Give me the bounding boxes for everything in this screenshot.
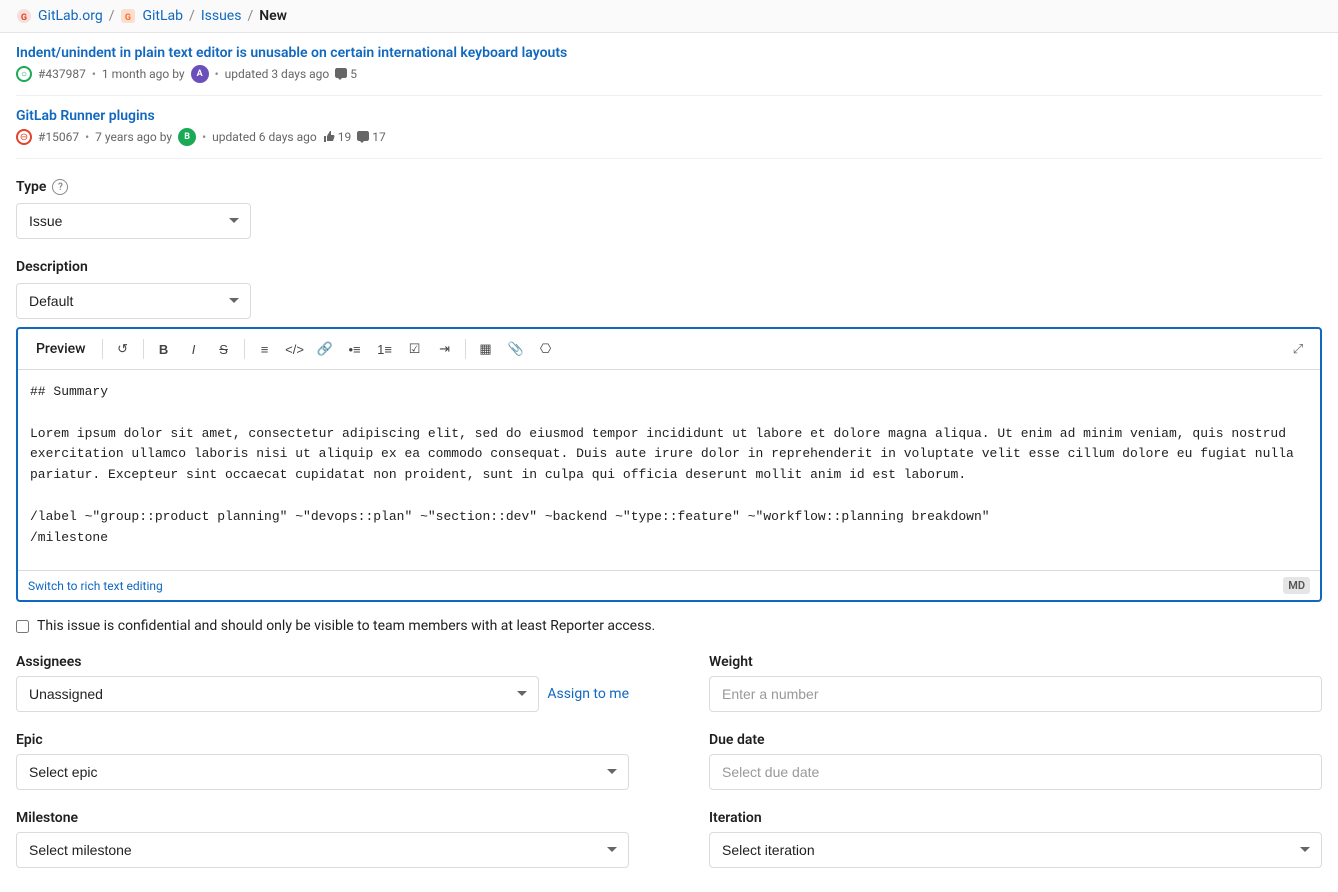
weight-label: Weight xyxy=(709,654,1322,670)
issue-meta: ⊖ #15067 • 7 years ago by B • updated 6 … xyxy=(16,128,1322,146)
bold-button[interactable]: B xyxy=(150,335,178,363)
assignees-row: Unassigned Assign to me xyxy=(16,676,629,712)
undo-button[interactable]: ↺ xyxy=(109,335,137,363)
expand-button[interactable]: ⤢ xyxy=(1284,335,1312,363)
thumbs-up-icon xyxy=(323,131,335,143)
description-section: Description Default Bug Feature Docs xyxy=(16,259,1322,319)
comment-icon xyxy=(335,68,347,80)
iteration-field: Iteration Select iteration xyxy=(709,810,1322,868)
thumbs-icon-group: 19 xyxy=(323,130,352,144)
svg-text:G: G xyxy=(125,13,131,23)
comment-count: 5 xyxy=(350,67,357,81)
toolbar-separator xyxy=(143,339,144,359)
table-button[interactable]: ▦ xyxy=(472,335,500,363)
editor-toolbar: Preview ↺ B I S ≡ </> 🔗 •≡ 1≡ ☑ ⇥ ▦ 📎 ⎔ … xyxy=(18,329,1320,370)
italic-button[interactable]: I xyxy=(180,335,208,363)
md-badge: MD xyxy=(1283,577,1310,594)
assignees-field: Assignees Unassigned Assign to me xyxy=(16,654,629,712)
milestone-field: Milestone Select milestone xyxy=(16,810,629,868)
comments-icon-group: 5 xyxy=(335,67,357,81)
confidential-label[interactable]: This issue is confidential and should on… xyxy=(37,618,655,634)
due-date-field: Due date xyxy=(709,732,1322,790)
gitlab-group-icon: G xyxy=(120,8,136,24)
iteration-select[interactable]: Select iteration xyxy=(709,832,1322,868)
strikethrough-button[interactable]: S xyxy=(210,335,238,363)
confidential-checkbox[interactable] xyxy=(16,620,29,633)
issue-updated: updated 3 days ago xyxy=(225,67,330,81)
assignees-label: Assignees xyxy=(16,654,629,670)
type-label: Type ? xyxy=(16,179,1322,195)
issue-title[interactable]: GitLab Runner plugins xyxy=(16,108,1322,124)
form-grid: Assignees Unassigned Assign to me Weight… xyxy=(16,654,1322,868)
issue-meta: ○ #437987 • 1 month ago by A • updated 3… xyxy=(16,65,1322,83)
weight-input[interactable] xyxy=(709,676,1322,712)
issue-number: #15067 xyxy=(38,130,79,144)
description-select[interactable]: Default Bug Feature Docs xyxy=(16,283,251,319)
milestone-label: Milestone xyxy=(16,810,629,826)
issue-time: 7 years ago by xyxy=(95,130,172,144)
link-button[interactable]: 🔗 xyxy=(311,335,339,363)
description-label: Description xyxy=(16,259,1322,275)
code-button[interactable]: </> xyxy=(281,335,309,363)
breadcrumb-current: New xyxy=(259,8,287,24)
comment-count: 17 xyxy=(372,130,386,144)
checklist-button[interactable]: ☑ xyxy=(401,335,429,363)
issue-title[interactable]: Indent/unindent in plain text editor is … xyxy=(16,45,1322,61)
comment-icon xyxy=(357,131,369,143)
iteration-label: Iteration xyxy=(709,810,1322,826)
diagram-button[interactable]: ⎔ xyxy=(532,335,560,363)
thumbs-count: 19 xyxy=(338,130,352,144)
editor-content[interactable]: ## Summary Lorem ipsum dolor sit amet, c… xyxy=(18,370,1320,570)
bullet-list-button[interactable]: •≡ xyxy=(341,335,369,363)
avatar: B xyxy=(178,128,196,146)
numbered-list-button[interactable]: 1≡ xyxy=(371,335,399,363)
toolbar-separator xyxy=(465,339,466,359)
type-help-icon[interactable]: ? xyxy=(52,179,68,195)
type-section: Type ? Issue Incident Test Case xyxy=(16,179,1322,239)
preview-tab[interactable]: Preview xyxy=(26,337,96,361)
epic-select[interactable]: Select epic xyxy=(16,754,629,790)
epic-label: Epic xyxy=(16,732,629,748)
confidential-row: This issue is confidential and should on… xyxy=(16,618,1322,634)
issue-status-open-icon: ○ xyxy=(16,66,32,82)
type-select[interactable]: Issue Incident Test Case xyxy=(16,203,251,239)
indent-button[interactable]: ⇥ xyxy=(431,335,459,363)
issue-updated: updated 6 days ago xyxy=(212,130,317,144)
avatar: A xyxy=(191,65,209,83)
issue-time: 1 month ago by xyxy=(102,67,185,81)
milestone-select[interactable]: Select milestone xyxy=(16,832,629,868)
epic-field: Epic Select epic xyxy=(16,732,629,790)
issue-status-closed-icon: ⊖ xyxy=(16,129,32,145)
breadcrumb: G GitLab.org / G GitLab / Issues / New xyxy=(0,0,1338,33)
breadcrumb-section[interactable]: Issues xyxy=(201,8,242,24)
breadcrumb-org[interactable]: GitLab.org xyxy=(38,8,103,24)
issue-item: Indent/unindent in plain text editor is … xyxy=(16,33,1322,96)
editor-wrapper: Preview ↺ B I S ≡ </> 🔗 •≡ 1≡ ☑ ⇥ ▦ 📎 ⎔ … xyxy=(16,327,1322,602)
main-content: Indent/unindent in plain text editor is … xyxy=(0,33,1338,892)
toolbar-separator xyxy=(244,339,245,359)
assignees-select[interactable]: Unassigned xyxy=(16,676,539,712)
toolbar-separator xyxy=(102,339,103,359)
due-date-input[interactable] xyxy=(709,754,1322,790)
editor-footer: Switch to rich text editing MD xyxy=(18,570,1320,600)
attach-button[interactable]: 📎 xyxy=(502,335,530,363)
gitlab-org-icon: G xyxy=(16,8,32,24)
due-date-label: Due date xyxy=(709,732,1322,748)
ordered-list-button[interactable]: ≡ xyxy=(251,335,279,363)
issue-number: #437987 xyxy=(38,67,86,81)
breadcrumb-group[interactable]: GitLab xyxy=(142,8,183,24)
comments-icon-group: 17 xyxy=(357,130,386,144)
issue-item: GitLab Runner plugins ⊖ #15067 • 7 years… xyxy=(16,96,1322,159)
assign-to-me-link[interactable]: Assign to me xyxy=(547,686,629,702)
weight-field: Weight xyxy=(709,654,1322,712)
svg-text:G: G xyxy=(21,13,27,23)
rich-text-switch[interactable]: Switch to rich text editing xyxy=(28,579,163,593)
